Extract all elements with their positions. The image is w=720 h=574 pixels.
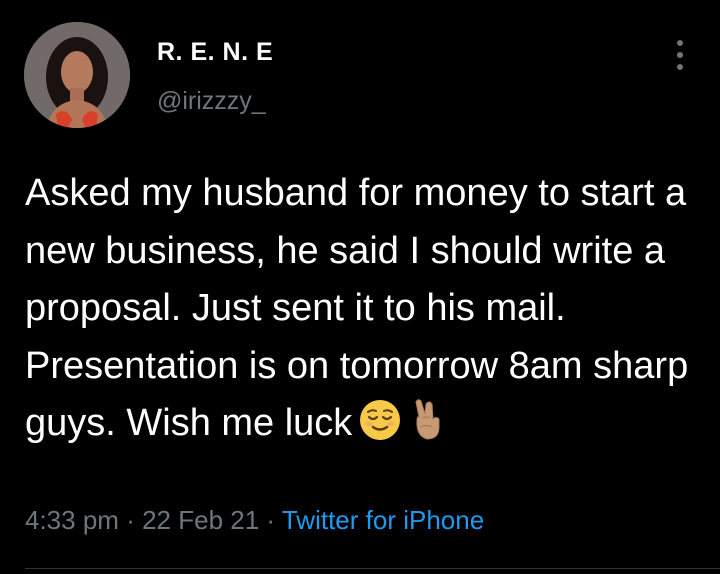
dot-icon — [677, 40, 683, 46]
display-name[interactable]: R. E. N. E — [157, 38, 273, 67]
tweet-date[interactable]: 22 Feb 21 — [142, 505, 259, 535]
tweet-text: Asked my husband for money to start a ne… — [25, 165, 705, 460]
vertical-ellipsis-icon[interactable] — [670, 40, 690, 70]
tweet-source-link[interactable]: Twitter for iPhone — [282, 505, 484, 535]
avatar[interactable] — [24, 22, 130, 128]
dot-icon — [677, 52, 683, 58]
meta-separator: · — [266, 505, 276, 535]
tweet-body: Asked my husband for money to start a ne… — [25, 172, 689, 444]
tweet-time[interactable]: 4:33 pm — [25, 505, 119, 535]
relieved-face-emoji — [358, 398, 402, 460]
dot-icon — [677, 64, 683, 70]
meta-separator: · — [126, 505, 135, 535]
crossed-fingers-emoji — [408, 396, 446, 460]
divider — [25, 568, 720, 569]
avatar-image — [24, 22, 130, 128]
user-handle[interactable]: @irizzzy_ — [157, 87, 266, 116]
tweet-meta: 4:33 pm · 22 Feb 21 · Twitter for iPhone — [25, 505, 484, 536]
